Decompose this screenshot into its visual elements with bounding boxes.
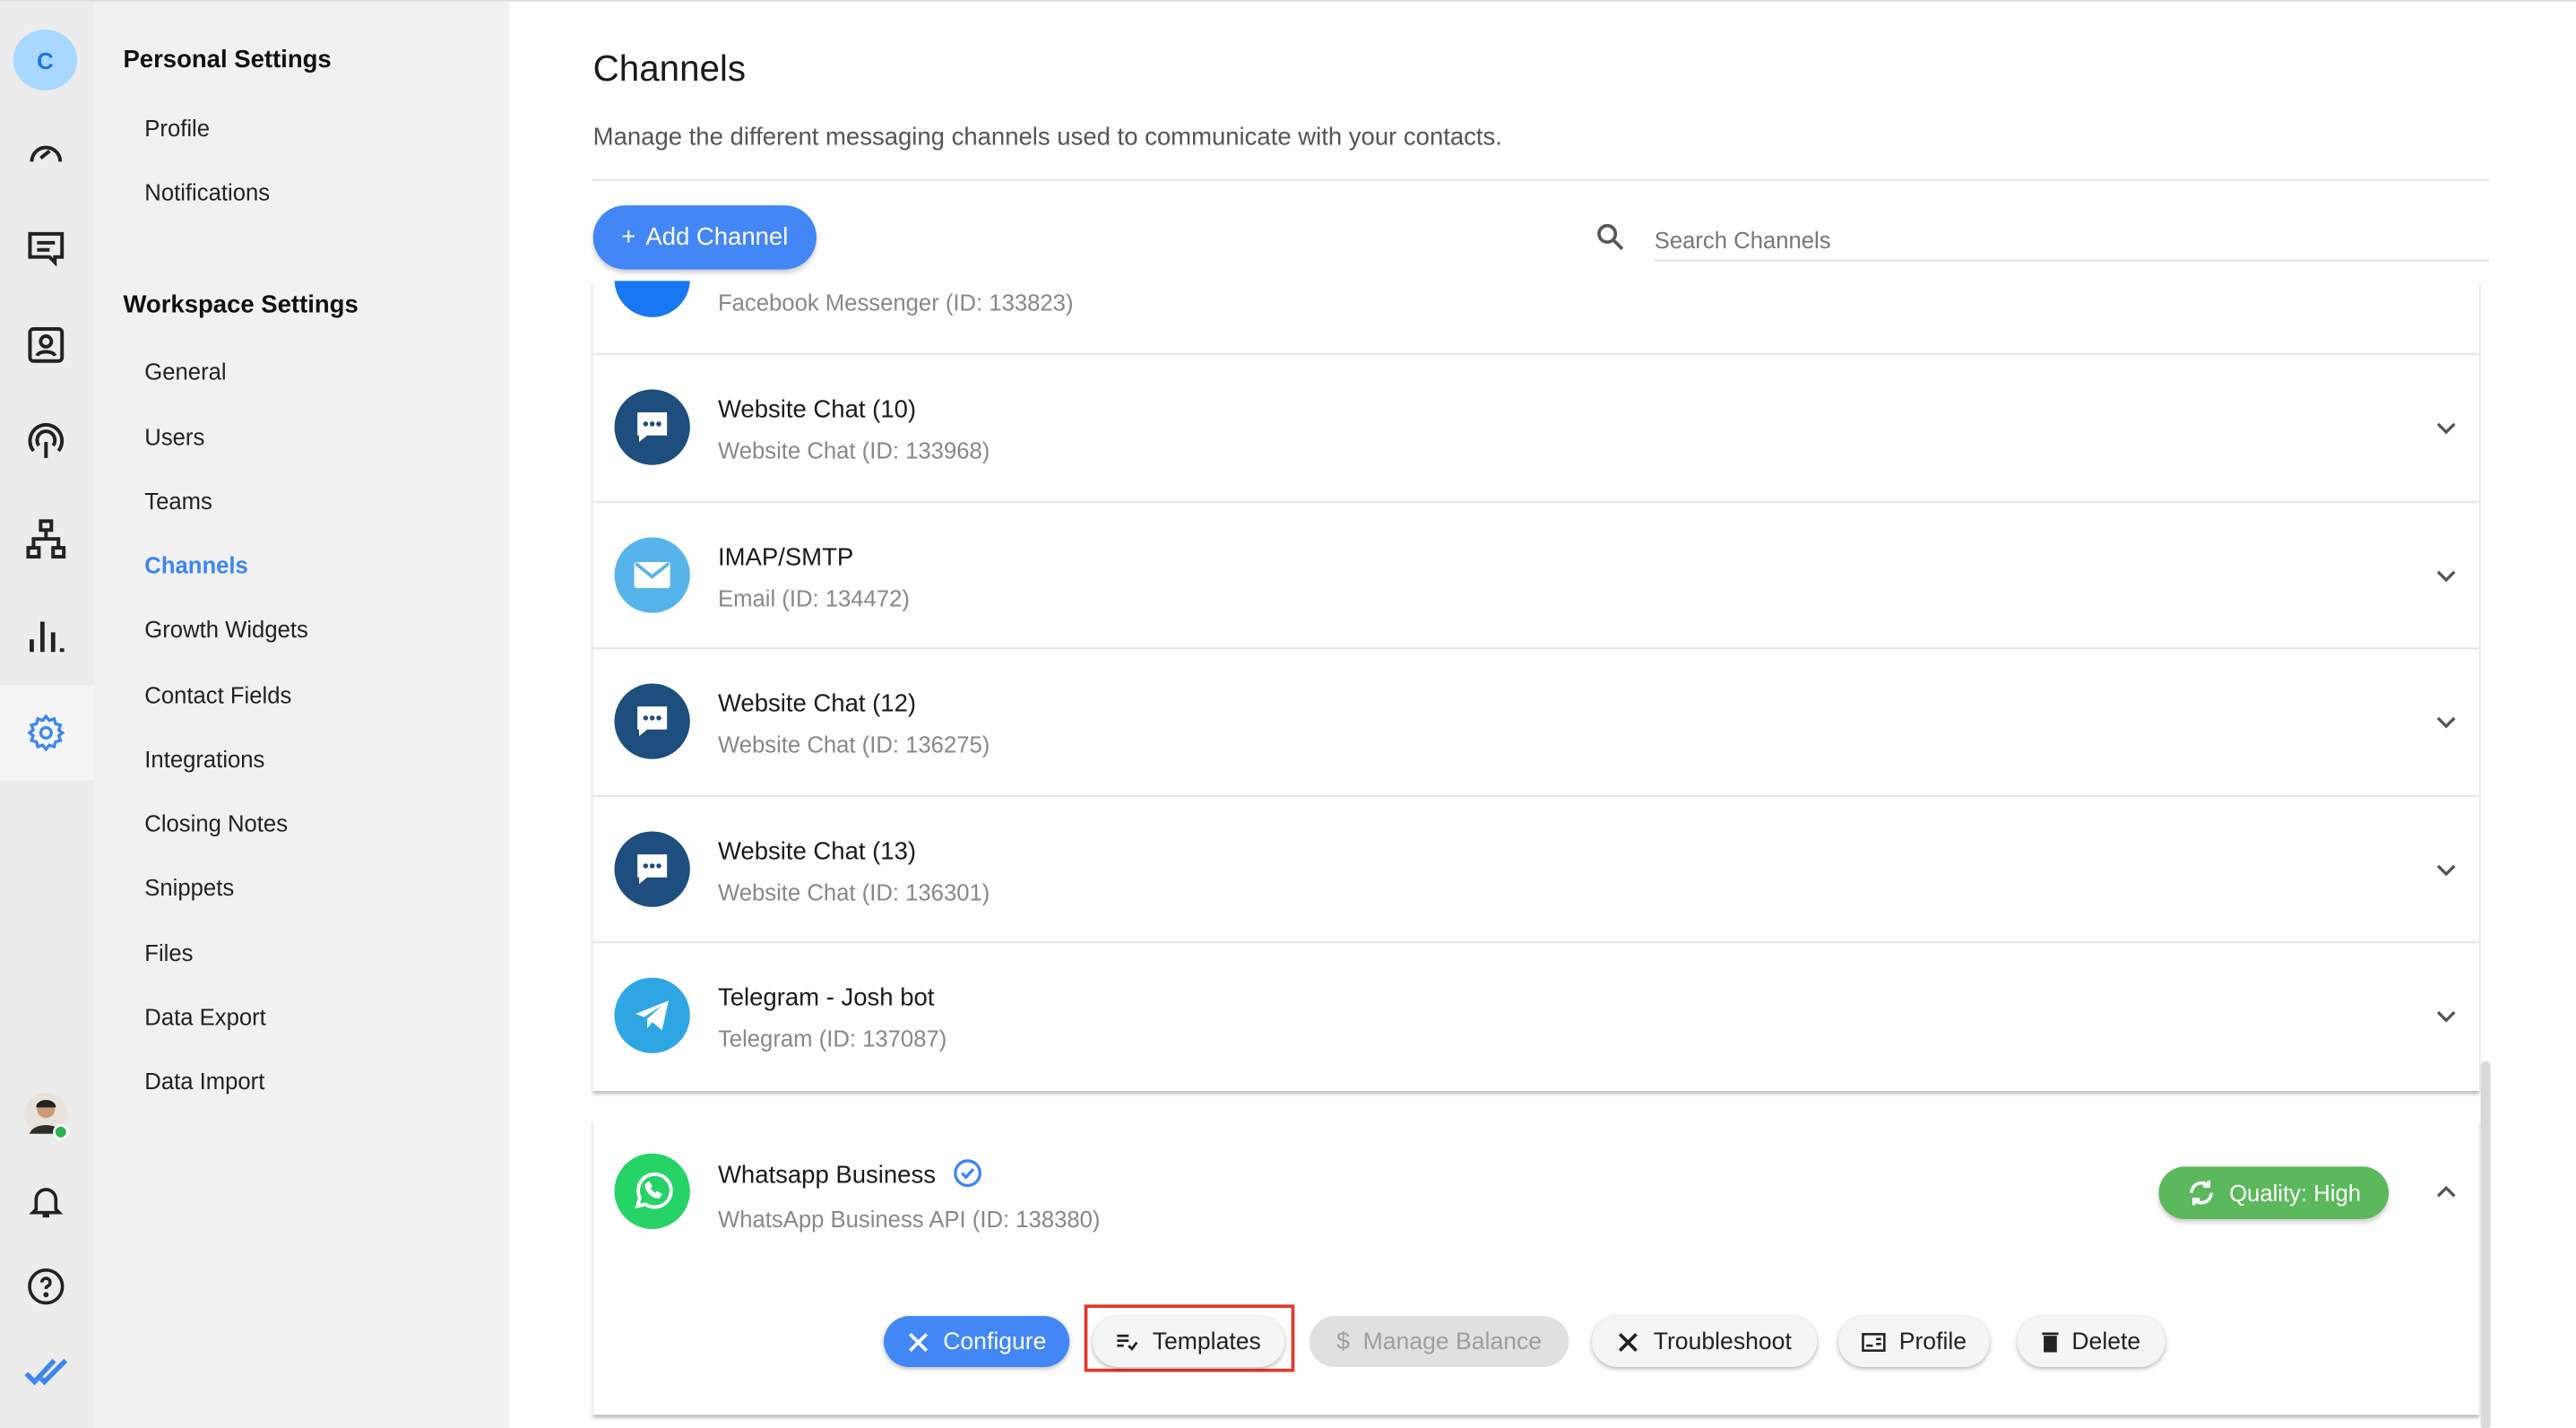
configure-label: Configure bbox=[943, 1328, 1047, 1355]
logo-icon bbox=[16, 1342, 75, 1401]
workspace-settings-heading: Workspace Settings bbox=[123, 290, 359, 319]
plus-icon: + bbox=[621, 223, 636, 252]
channel-name: Website Chat (10) bbox=[717, 395, 917, 424]
profile-button[interactable]: Profile bbox=[1838, 1316, 1990, 1367]
sidebar-item-channels[interactable]: Channels bbox=[144, 552, 248, 578]
contacts-icon[interactable] bbox=[16, 316, 75, 375]
dashboard-icon[interactable] bbox=[16, 123, 75, 182]
broadcast-icon[interactable] bbox=[16, 412, 75, 472]
chat-bubble-icon bbox=[614, 683, 690, 759]
channel-subtitle: Website Chat (ID: 136275) bbox=[717, 731, 990, 757]
chevron-down-icon[interactable] bbox=[2433, 855, 2459, 881]
sidebar-item-users[interactable]: Users bbox=[144, 424, 204, 450]
manage-balance-button[interactable]: $ Manage Balance bbox=[1309, 1316, 1569, 1367]
sidebar-item-files[interactable]: Files bbox=[144, 939, 193, 965]
bell-icon[interactable] bbox=[16, 1172, 75, 1231]
manage-balance-label: Manage Balance bbox=[1362, 1328, 1543, 1355]
configure-button[interactable]: Configure bbox=[884, 1316, 1070, 1367]
reports-icon[interactable] bbox=[16, 606, 75, 665]
templates-button[interactable]: Templates bbox=[1092, 1316, 1285, 1367]
chevron-down-icon[interactable] bbox=[2433, 561, 2459, 587]
telegram-icon bbox=[614, 977, 690, 1053]
sidebar-item-closing-notes[interactable]: Closing Notes bbox=[144, 810, 288, 836]
refresh-icon bbox=[2190, 1180, 2213, 1206]
sidebar-item-snippets[interactable]: Snippets bbox=[144, 874, 234, 900]
sidebar-item-general[interactable]: General bbox=[144, 359, 226, 385]
sidebar-item-profile[interactable]: Profile bbox=[144, 115, 210, 141]
settings-icon[interactable] bbox=[16, 703, 75, 762]
whatsapp-name: Whatsapp Business bbox=[717, 1161, 936, 1190]
channel-row[interactable]: Website Chat (10) Website Chat (ID: 1339… bbox=[592, 354, 2479, 502]
chevron-down-icon[interactable] bbox=[2433, 1002, 2459, 1028]
divider bbox=[592, 178, 2489, 181]
quality-label: Quality: High bbox=[2229, 1180, 2362, 1207]
channel-name: Website Chat (13) bbox=[717, 836, 917, 866]
user-avatar[interactable] bbox=[16, 1086, 75, 1146]
channel-name: Telegram - Josh bot bbox=[717, 983, 935, 1013]
delete-button[interactable]: Delete bbox=[2017, 1316, 2165, 1367]
conversations-icon[interactable] bbox=[16, 219, 75, 278]
channel-subtitle: Website Chat (ID: 133968) bbox=[717, 437, 990, 463]
chevron-down-icon[interactable] bbox=[2433, 708, 2459, 734]
search-icon bbox=[1597, 223, 1624, 250]
tools-icon bbox=[909, 1332, 929, 1352]
sidebar-item-integrations[interactable]: Integrations bbox=[144, 746, 264, 772]
chat-bubble-icon bbox=[614, 389, 690, 465]
sidebar-item-data-import[interactable]: Data Import bbox=[144, 1068, 264, 1094]
sidebar-item-notifications[interactable]: Notifications bbox=[144, 179, 270, 205]
settings-sidebar: Personal Settings Profile Notifications … bbox=[93, 1, 510, 1428]
channel-subtitle: Email (ID: 134472) bbox=[717, 584, 910, 610]
sidebar-item-growth-widgets[interactable]: Growth Widgets bbox=[144, 616, 308, 642]
whatsapp-icon bbox=[614, 1153, 690, 1230]
channel-subtitle: Website Chat (ID: 136301) bbox=[717, 878, 990, 905]
channel-name: Whatsapp Business bbox=[718, 1158, 982, 1190]
add-channel-label: Add Channel bbox=[645, 223, 789, 252]
channel-row[interactable]: Website Chat (12) Website Chat (ID: 1362… bbox=[592, 648, 2479, 797]
whatsapp-channel-card: Whatsapp Business WhatsApp Business API … bbox=[592, 1119, 2479, 1415]
delete-label: Delete bbox=[2071, 1328, 2141, 1355]
chat-bubble-icon bbox=[614, 830, 690, 906]
messenger-icon bbox=[614, 281, 690, 317]
troubleshoot-button[interactable]: Troubleshoot bbox=[1592, 1316, 1818, 1367]
channel-subtitle: Facebook Messenger (ID: 133823) bbox=[717, 289, 1074, 316]
help-icon[interactable] bbox=[16, 1257, 75, 1316]
add-channel-button[interactable]: + Add Channel bbox=[592, 205, 817, 270]
troubleshoot-label: Troubleshoot bbox=[1653, 1328, 1792, 1355]
channel-subtitle: WhatsApp Business API (ID: 138380) bbox=[717, 1206, 1101, 1233]
channel-row-facebook[interactable]: Facebook Messenger (ID: 133823) bbox=[592, 281, 2479, 354]
channel-row[interactable]: IMAP/SMTP Email (ID: 134472) bbox=[592, 501, 2479, 649]
verified-icon bbox=[953, 1159, 981, 1188]
trash-icon bbox=[2042, 1332, 2059, 1353]
search-channels-input[interactable] bbox=[1654, 220, 2489, 262]
channel-list: Facebook Messenger (ID: 133823) Website … bbox=[592, 281, 2479, 1091]
dollar-icon: $ bbox=[1336, 1328, 1350, 1355]
tools-icon bbox=[1619, 1332, 1638, 1352]
chevron-down-icon[interactable] bbox=[2433, 414, 2459, 440]
email-icon bbox=[614, 536, 690, 612]
id-card-icon bbox=[1862, 1332, 1886, 1352]
channels-page: Channels Manage the different messaging … bbox=[509, 2, 2576, 1428]
workflows-icon[interactable] bbox=[16, 509, 75, 568]
sidebar-item-data-export[interactable]: Data Export bbox=[144, 1004, 266, 1030]
sidebar-item-contact-fields[interactable]: Contact Fields bbox=[144, 682, 291, 708]
quality-badge[interactable]: Quality: High bbox=[2158, 1166, 2390, 1220]
chevron-up-icon[interactable] bbox=[2433, 1180, 2459, 1206]
templates-label: Templates bbox=[1152, 1328, 1261, 1355]
personal-settings-heading: Personal Settings bbox=[123, 46, 332, 74]
channel-name: IMAP/SMTP bbox=[717, 542, 854, 571]
scrollbar[interactable] bbox=[2480, 1061, 2491, 1428]
workspace-avatar[interactable]: C bbox=[13, 29, 78, 91]
channel-row[interactable]: Telegram - Josh bot Telegram (ID: 137087… bbox=[592, 943, 2479, 1091]
sidebar-item-teams[interactable]: Teams bbox=[144, 488, 212, 514]
templates-icon bbox=[1118, 1333, 1139, 1350]
channel-name: Website Chat (12) bbox=[717, 689, 917, 718]
page-description: Manage the different messaging channels … bbox=[592, 123, 1502, 151]
channel-subtitle: Telegram (ID: 137087) bbox=[717, 1025, 947, 1052]
channel-row[interactable]: Website Chat (13) Website Chat (ID: 1363… bbox=[592, 796, 2479, 944]
page-title: Channels bbox=[592, 48, 747, 89]
profile-label: Profile bbox=[1898, 1328, 1967, 1355]
icon-rail: C bbox=[0, 1, 94, 1428]
